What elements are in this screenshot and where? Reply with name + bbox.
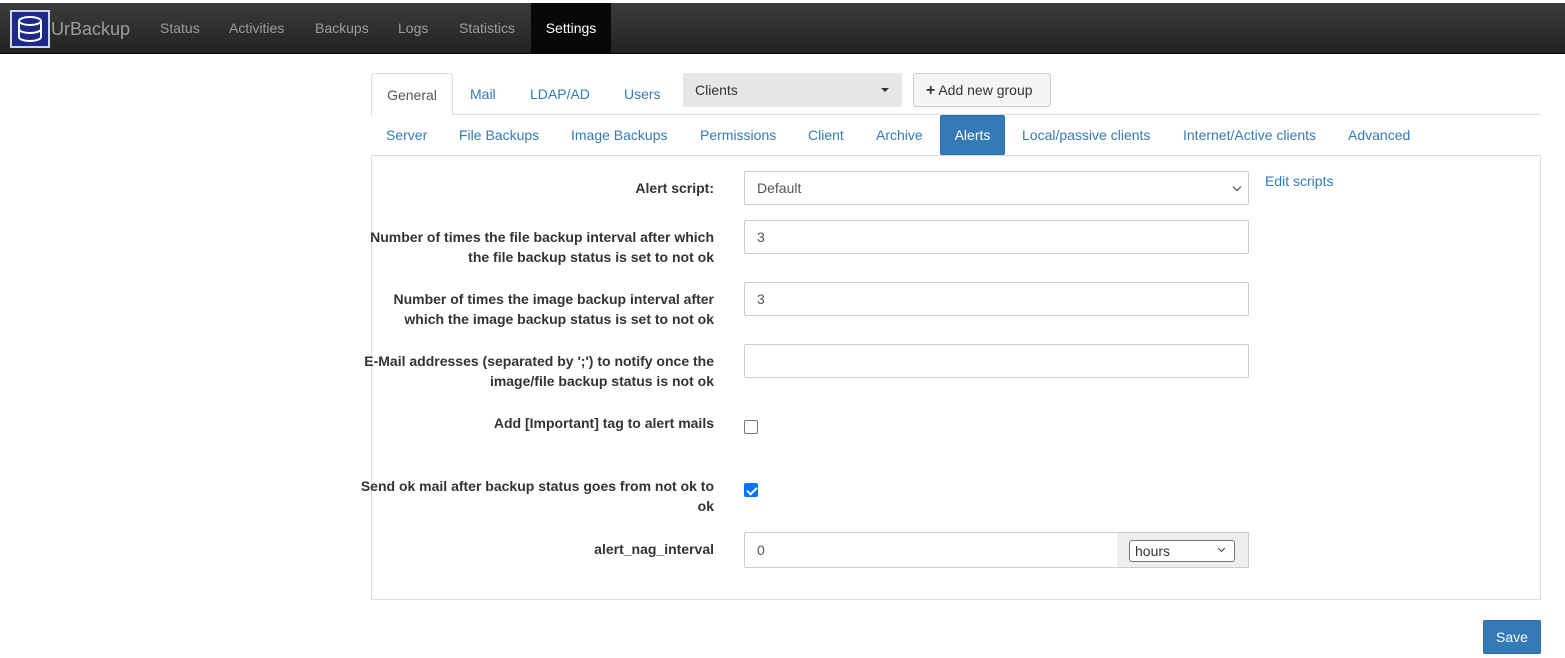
caret-down-icon	[881, 88, 889, 92]
nav-logs[interactable]: Logs	[398, 3, 428, 53]
nag-unit-select[interactable]: hours	[1129, 540, 1235, 562]
email-input[interactable]	[744, 344, 1249, 378]
nag-interval-label: alert_nag_interval	[594, 541, 714, 557]
top-navbar: UrBackup Status Activities Backups Logs …	[0, 3, 1565, 54]
save-button[interactable]: Save	[1483, 620, 1541, 654]
alert-script-label: Alert script:	[635, 180, 714, 196]
chevron-down-icon	[1217, 544, 1226, 553]
ok-mail-checkbox[interactable]	[744, 483, 758, 497]
edit-scripts-link[interactable]: Edit scripts	[1265, 173, 1333, 189]
subtab-permissions[interactable]: Permissions	[700, 115, 776, 155]
subtab-server[interactable]: Server	[386, 115, 427, 155]
subtab-advanced[interactable]: Advanced	[1348, 115, 1410, 155]
email-label: E-Mail addresses (separated by ';') to n…	[364, 353, 714, 389]
ok-mail-label: Send ok mail after backup status goes fr…	[360, 478, 714, 514]
database-icon	[10, 10, 50, 48]
nav-activities[interactable]: Activities	[229, 3, 284, 53]
tab-mail[interactable]: Mail	[470, 73, 496, 115]
add-group-button[interactable]: + Add new group	[913, 73, 1051, 107]
tab-ldap[interactable]: LDAP/AD	[530, 73, 590, 115]
alert-script-value: Default	[757, 180, 802, 196]
nag-unit-addon: hours	[1117, 532, 1249, 568]
subtab-image-backups[interactable]: Image Backups	[571, 115, 668, 155]
chevron-down-icon	[1232, 182, 1242, 192]
group-select-value: Clients	[695, 82, 738, 98]
file-interval-label: Number of times the file backup interval…	[370, 229, 714, 265]
brand[interactable]: UrBackup	[10, 10, 130, 48]
file-interval-input[interactable]: 3	[744, 220, 1249, 254]
group-select[interactable]: Clients	[683, 73, 902, 107]
important-tag-checkbox[interactable]	[744, 420, 758, 434]
image-interval-input[interactable]: 3	[744, 282, 1249, 316]
subtab-alerts[interactable]: Alerts	[940, 115, 1005, 155]
nag-unit-value: hours	[1135, 543, 1171, 559]
add-group-label: Add new group	[938, 82, 1033, 98]
nav-status[interactable]: Status	[160, 3, 200, 53]
subtab-client[interactable]: Client	[808, 115, 844, 155]
subtab-local-passive-clients[interactable]: Local/passive clients	[1022, 115, 1150, 155]
important-tag-label: Add [Important] tag to alert mails	[493, 415, 714, 431]
subtab-internet-active-clients[interactable]: Internet/Active clients	[1183, 115, 1316, 155]
brand-name: UrBackup	[51, 18, 131, 39]
plus-icon: +	[926, 82, 936, 99]
tab-users[interactable]: Users	[624, 73, 661, 115]
tab-general[interactable]: General	[371, 73, 453, 116]
image-interval-label: Number of times the image backup interva…	[393, 291, 714, 327]
alert-script-select[interactable]: Default	[744, 171, 1249, 205]
nag-interval-input[interactable]: 0	[744, 532, 1118, 568]
nav-statistics[interactable]: Statistics	[459, 3, 515, 53]
nav-settings[interactable]: Settings	[531, 3, 611, 53]
subtab-archive[interactable]: Archive	[876, 115, 923, 155]
subtab-file-backups[interactable]: File Backups	[459, 115, 539, 155]
nav-backups[interactable]: Backups	[315, 3, 369, 53]
